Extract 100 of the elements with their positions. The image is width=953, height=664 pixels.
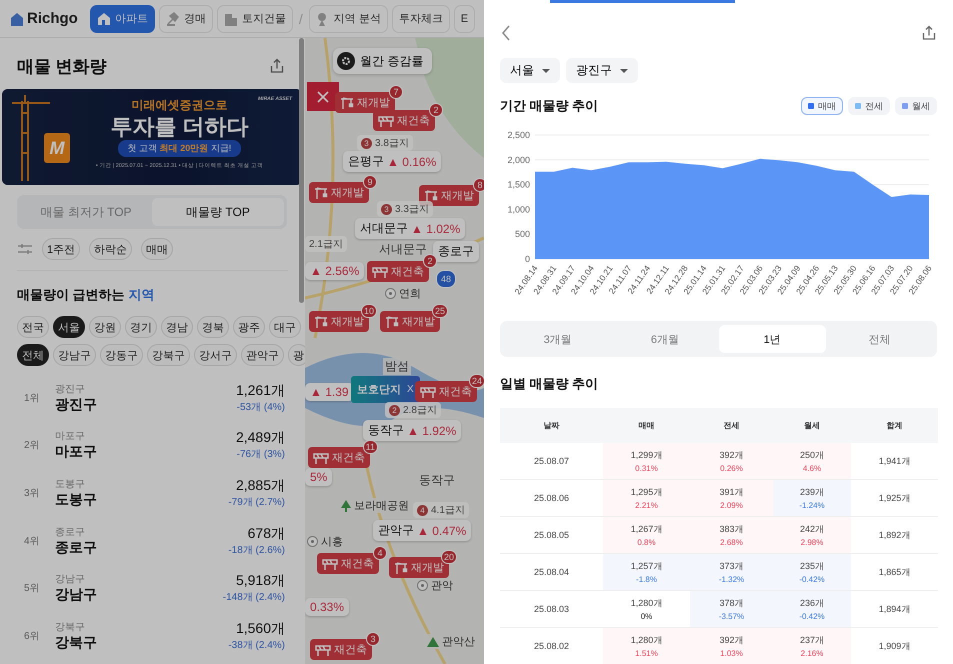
district-chip[interactable]: 관악구 <box>241 344 284 366</box>
nav-tab[interactable]: 지역 분석 <box>308 4 388 32</box>
legend-chip[interactable]: 매매 <box>801 97 843 115</box>
rank-number: 4위 <box>24 534 41 548</box>
grade-text: 4.1급지 <box>431 504 465 517</box>
district-label[interactable]: 관악구 ▲ 0.47% <box>373 520 472 541</box>
district-name[interactable]: 마포구 <box>55 443 236 462</box>
district-chip[interactable]: 강북구 <box>147 344 190 366</box>
district-label[interactable]: 5% <box>305 468 332 486</box>
filter-chip[interactable]: 하락순 <box>89 238 132 260</box>
legend-chip[interactable]: 월세 <box>895 97 937 115</box>
grade-number: 4 <box>417 504 428 516</box>
crane-icon <box>314 316 328 328</box>
logo-text[interactable]: Richgo <box>27 10 78 27</box>
share-icon[interactable] <box>921 25 937 41</box>
nav-tab[interactable]: 투자체크 <box>392 4 450 32</box>
marker-label: 재건축 <box>391 265 424 279</box>
filter-chip[interactable]: 매매 <box>141 238 174 260</box>
marker-label: 재개발 <box>402 315 435 329</box>
reconstruction-marker[interactable]: 재건축 <box>317 553 379 574</box>
close-button[interactable] <box>307 82 339 111</box>
district-chip[interactable]: 강동구 <box>100 344 143 366</box>
reconstruction-marker[interactable]: 재건축 <box>310 639 372 660</box>
period-tab[interactable]: 전체 <box>826 325 933 353</box>
nav-tab[interactable]: 토지건물 <box>216 4 293 32</box>
listing-count: 2,489개 <box>236 429 285 448</box>
district-name: 관악구 <box>378 522 414 539</box>
district-name[interactable]: 종로구 <box>55 538 228 557</box>
district-chip[interactable]: 강서구 <box>194 344 237 366</box>
marker-label: 재개발 <box>357 96 390 110</box>
district-name: 동작구 <box>368 422 404 439</box>
rank-number: 5위 <box>24 582 41 596</box>
panel-title: 매물 변화량 <box>17 56 107 78</box>
district-label[interactable]: 은평구 ▲ 0.16% <box>343 151 442 172</box>
district-label[interactable]: 종로구 <box>433 241 479 262</box>
region-caption: 마포구 <box>55 430 86 444</box>
change-rate: 5% <box>310 470 328 484</box>
rank-number: 3위 <box>24 486 41 500</box>
grade-text: 3.3급지 <box>395 203 429 216</box>
barrier-icon <box>420 386 436 398</box>
back-icon[interactable] <box>500 25 512 41</box>
total-cell: 1,892개 <box>851 516 938 554</box>
redevelopment-marker[interactable]: 재개발 <box>419 185 479 206</box>
place-label: 연희 <box>399 287 421 301</box>
region-chip[interactable]: 서울 <box>53 316 85 338</box>
table-title: 일별 매물량 추이 <box>500 375 600 393</box>
banner-background[interactable] <box>2 89 302 185</box>
redevelopment-marker[interactable]: 재개발 <box>335 92 395 113</box>
region-chip[interactable]: 광주 <box>233 316 265 338</box>
district-label[interactable]: 동작구 ▲ 1.92% <box>363 420 462 441</box>
scrollbar[interactable] <box>299 38 304 303</box>
district-label[interactable]: 0.33% <box>305 598 350 616</box>
district-label[interactable]: ▲ 2.56% <box>305 262 364 280</box>
change-rate: 0.33% <box>310 600 344 614</box>
region-caption: 강북구 <box>55 620 86 634</box>
district-label[interactable]: 서대문구 ▲ 1.02% <box>355 218 466 239</box>
period-tab[interactable]: 1년 <box>718 325 826 353</box>
district-name[interactable]: 도봉구 <box>55 490 228 509</box>
listing-count: 2,885개 <box>236 476 285 495</box>
district-chip[interactable]: 전체 <box>17 344 49 366</box>
district-name[interactable]: 광진구 <box>55 396 236 414</box>
region-chip[interactable]: 경북 <box>197 316 229 338</box>
legend-chip[interactable]: 전세 <box>848 97 890 115</box>
district-chip[interactable]: 강남구 <box>53 344 96 366</box>
district-name[interactable]: 강남구 <box>55 586 223 604</box>
district-chip[interactable]: 광 <box>288 344 305 366</box>
reconstruction-marker[interactable]: 재건축 <box>367 261 429 282</box>
district-label[interactable]: ▲ 1.39 <box>305 383 354 401</box>
period-tab[interactable]: 3개월 <box>504 325 612 353</box>
close-button[interactable]: X <box>407 384 414 395</box>
column-header: 전세 <box>690 408 773 443</box>
region-dropdown[interactable]: 광진구 <box>566 58 638 83</box>
region-dropdown[interactable]: 서울 <box>500 58 560 83</box>
tooltip-text: 보호단지 <box>357 383 401 397</box>
nav-tab[interactable]: E <box>454 4 476 32</box>
region-caption: 강남구 <box>55 573 86 586</box>
share-icon[interactable] <box>269 58 285 74</box>
region-chip[interactable]: 경기 <box>125 316 157 338</box>
total-cell: 1,894개 <box>851 590 938 628</box>
district-name[interactable]: 강북구 <box>55 634 228 652</box>
filter-chip[interactable]: 1주전 <box>42 238 80 260</box>
monthly-change-button[interactable]: 월간 증감률 <box>333 48 432 74</box>
region-chip[interactable]: 경남 <box>161 316 193 338</box>
marker-label: 재건축 <box>332 451 365 465</box>
nav-tab[interactable]: 아파트 <box>90 4 155 32</box>
count-cell: 1,257개 -1.8% <box>603 554 690 590</box>
reconstruction-marker[interactable]: 재건축 <box>373 110 435 131</box>
rank-number: 6위 <box>24 630 41 643</box>
filter-icon[interactable] <box>17 243 33 255</box>
nav-tab[interactable]: 경매 <box>158 4 213 32</box>
period-tab[interactable]: 6개월 <box>611 325 718 353</box>
tooltip[interactable]: 보호단지 X <box>351 376 420 403</box>
region-chip[interactable]: 대구 <box>269 316 301 338</box>
region-chip[interactable]: 전국 <box>17 316 49 338</box>
redevelopment-marker[interactable]: 재개발 <box>309 182 369 203</box>
axis-tick-label: 1,500 <box>507 180 530 190</box>
segment-tab[interactable]: 매물량 TOP <box>152 198 284 226</box>
mountain-icon <box>427 636 439 646</box>
region-chip[interactable]: 강원 <box>89 316 121 338</box>
marker-label: 재개발 <box>331 186 364 200</box>
